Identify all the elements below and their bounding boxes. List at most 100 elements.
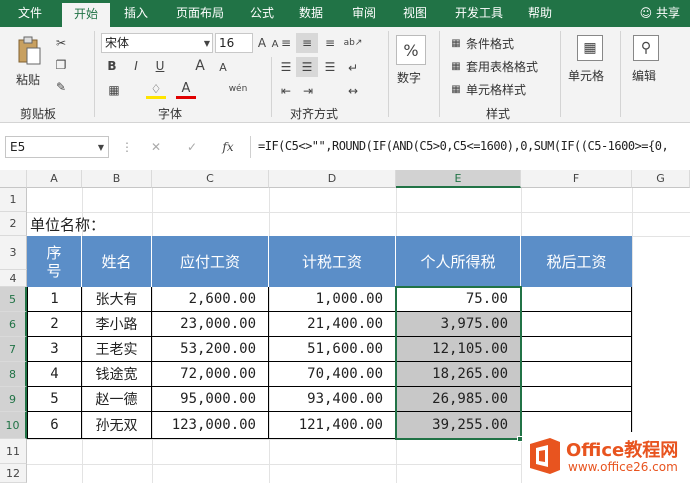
cancel-icon[interactable]: ✕ bbox=[148, 138, 164, 156]
cells-button[interactable]: 单元格 bbox=[568, 67, 604, 84]
row-header-3[interactable]: 3 bbox=[0, 236, 27, 270]
editing-button[interactable]: 编辑 bbox=[632, 67, 656, 84]
align-center-icon[interactable]: ☰ bbox=[296, 57, 318, 77]
cut-icon[interactable]: ✂ bbox=[52, 35, 70, 51]
cell-d9[interactable]: 93,400.00 bbox=[269, 387, 396, 412]
row-header-2[interactable]: 2 bbox=[0, 212, 27, 236]
number-format-button[interactable]: 数字 bbox=[397, 69, 421, 86]
cell-f5[interactable] bbox=[521, 287, 632, 312]
cells-icon[interactable]: ▦ bbox=[577, 35, 603, 61]
header-name[interactable]: 姓名 bbox=[82, 236, 152, 287]
shrink-font-button-icon[interactable]: A bbox=[216, 59, 230, 75]
column-header-a[interactable]: A bbox=[27, 170, 82, 188]
orientation-icon[interactable]: ab↗ bbox=[342, 33, 364, 53]
chevron-down-icon[interactable]: ▼ bbox=[202, 35, 212, 51]
cell-c9[interactable]: 95,000.00 bbox=[152, 387, 269, 412]
bold-button[interactable]: B bbox=[104, 57, 120, 75]
cell-b7[interactable]: 王老实 bbox=[82, 337, 152, 362]
copy-icon[interactable]: ❐ bbox=[52, 57, 70, 73]
header-taxable[interactable]: 计税工资 bbox=[269, 236, 396, 287]
cell-a6[interactable]: 2 bbox=[28, 312, 82, 337]
table-format-button[interactable]: 套用表格格式 bbox=[466, 58, 538, 75]
cell-style-button[interactable]: 单元格样式 bbox=[466, 81, 526, 98]
tab-help[interactable]: 帮助 bbox=[522, 0, 558, 27]
search-icon[interactable]: ⚲ bbox=[633, 35, 659, 61]
column-header-g[interactable]: G bbox=[632, 170, 690, 188]
cell-b9[interactable]: 赵一德 bbox=[82, 387, 152, 412]
row-header-11[interactable]: 11 bbox=[0, 439, 27, 464]
paste-label[interactable]: 粘贴 bbox=[16, 71, 40, 88]
share-button[interactable]: ☺ 共享 bbox=[640, 0, 680, 27]
tab-insert[interactable]: 插入 bbox=[116, 0, 156, 27]
header-seq[interactable]: 序 号 bbox=[27, 236, 82, 287]
header-after-tax[interactable]: 税后工资 bbox=[521, 236, 632, 287]
cell-a9[interactable]: 5 bbox=[28, 387, 82, 412]
font-name-select[interactable]: 宋体 bbox=[101, 33, 213, 53]
row-header-12[interactable]: 12 bbox=[0, 464, 27, 483]
row-header-1[interactable]: 1 bbox=[0, 188, 27, 212]
phonetic-icon[interactable]: wén bbox=[224, 79, 252, 99]
formula-input[interactable]: =IF(C5<>"",ROUND(IF(AND(C5>0,C5<=1600),0… bbox=[252, 136, 690, 158]
decrease-indent-icon[interactable]: ⇤ bbox=[276, 83, 296, 99]
column-header-c[interactable]: C bbox=[152, 170, 269, 188]
cell-d10[interactable]: 121,400.00 bbox=[269, 412, 396, 439]
cell-c5[interactable]: 2,600.00 bbox=[152, 287, 269, 312]
unit-name-label[interactable]: 单位名称： bbox=[30, 212, 230, 236]
align-left-icon[interactable]: ☰ bbox=[276, 59, 296, 75]
cell-c7[interactable]: 53,200.00 bbox=[152, 337, 269, 362]
cell-d6[interactable]: 21,400.00 bbox=[269, 312, 396, 337]
cell-a8[interactable]: 4 bbox=[28, 362, 82, 387]
align-right-icon[interactable]: ☰ bbox=[320, 59, 340, 75]
row-header-4[interactable]: 4 bbox=[0, 270, 27, 287]
cell-style-icon[interactable]: ▦ bbox=[448, 81, 464, 97]
select-all-corner[interactable] bbox=[0, 170, 27, 188]
header-income-tax[interactable]: 个人所得税 bbox=[396, 236, 521, 287]
border-icon[interactable]: ▦ bbox=[104, 81, 124, 99]
align-middle-icon[interactable]: ≡ bbox=[296, 33, 318, 53]
cell-e5[interactable]: 75.00 bbox=[396, 287, 521, 312]
cell-f8[interactable] bbox=[521, 362, 632, 387]
tab-file[interactable]: 文件 bbox=[8, 0, 52, 27]
insert-function-icon[interactable]: fx bbox=[218, 138, 238, 156]
cell-a7[interactable]: 3 bbox=[28, 337, 82, 362]
column-header-e[interactable]: E bbox=[396, 170, 521, 188]
conditional-format-icon[interactable]: ▦ bbox=[448, 35, 464, 51]
cell-e10[interactable]: 39,255.00 bbox=[396, 412, 521, 439]
tab-view[interactable]: 视图 bbox=[397, 0, 433, 27]
align-top-icon[interactable]: ≡ bbox=[276, 35, 296, 51]
conditional-format-button[interactable]: 条件格式 bbox=[466, 35, 514, 52]
name-box[interactable]: E5 bbox=[5, 136, 109, 158]
italic-button[interactable]: I bbox=[128, 57, 144, 75]
row-header-9[interactable]: 9 bbox=[0, 387, 27, 412]
grow-font-icon[interactable]: A bbox=[255, 33, 269, 53]
cell-f6[interactable] bbox=[521, 312, 632, 337]
font-color-icon[interactable]: A bbox=[176, 81, 196, 99]
underline-button[interactable]: U bbox=[152, 57, 168, 75]
tab-formulas[interactable]: 公式 bbox=[244, 0, 280, 27]
header-payable[interactable]: 应付工资 bbox=[152, 236, 269, 287]
column-header-f[interactable]: F bbox=[521, 170, 632, 188]
tab-home[interactable]: 开始 bbox=[62, 3, 110, 27]
tab-data[interactable]: 数据 bbox=[293, 0, 329, 27]
percent-icon[interactable]: % bbox=[396, 35, 426, 65]
wrap-text-icon[interactable]: ↵ bbox=[342, 59, 364, 77]
cell-b6[interactable]: 李小路 bbox=[82, 312, 152, 337]
cell-c6[interactable]: 23,000.00 bbox=[152, 312, 269, 337]
tab-review[interactable]: 审阅 bbox=[346, 0, 382, 27]
row-header-5[interactable]: 5 bbox=[0, 287, 27, 312]
align-bottom-icon[interactable]: ≡ bbox=[320, 35, 340, 51]
cell-a5[interactable]: 1 bbox=[28, 287, 82, 312]
column-header-d[interactable]: D bbox=[269, 170, 396, 188]
cell-f7[interactable] bbox=[521, 337, 632, 362]
name-box-dropdown-icon[interactable]: ▼ bbox=[96, 140, 106, 154]
row-header-10[interactable]: 10 bbox=[0, 412, 27, 439]
font-size-select[interactable]: 16 bbox=[215, 33, 253, 53]
paste-icon[interactable] bbox=[14, 35, 44, 67]
row-header-7[interactable]: 7 bbox=[0, 337, 27, 362]
cell-d8[interactable]: 70,400.00 bbox=[269, 362, 396, 387]
row-header-8[interactable]: 8 bbox=[0, 362, 27, 387]
row-header-6[interactable]: 6 bbox=[0, 312, 27, 337]
enter-icon[interactable]: ✓ bbox=[184, 138, 200, 156]
cell-c10[interactable]: 123,000.00 bbox=[152, 412, 269, 439]
cell-d7[interactable]: 51,600.00 bbox=[269, 337, 396, 362]
